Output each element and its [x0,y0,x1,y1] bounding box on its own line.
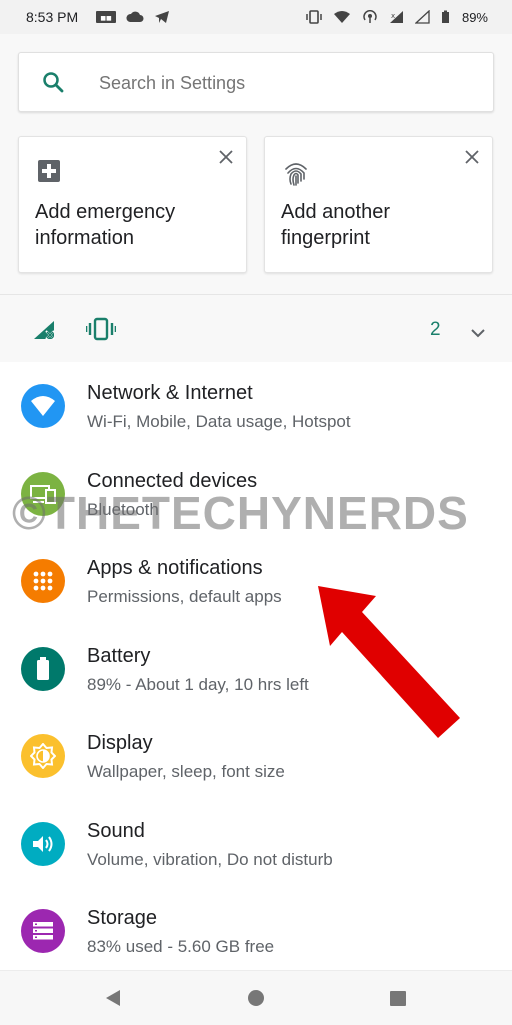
search-input[interactable] [97,53,481,113]
conditions-bar[interactable]: 2 [0,295,512,363]
svg-text:■■: ■■ [100,15,112,22]
settings-item-sound[interactable]: Sound Volume, vibration, Do not disturb [0,800,512,888]
item-subtitle: 83% used - 5.60 GB free [87,937,275,956]
search-icon [41,70,65,99]
vibrate-icon [85,317,117,346]
vibrate-status-icon [305,10,323,24]
status-bar: 8:53 PM ■■ x 89% [0,0,512,34]
item-title: Apps & notifications [87,557,263,579]
signal-empty-icon [414,10,431,24]
status-time: 8:53 PM [26,9,79,25]
brightness-icon [21,734,65,778]
volume-icon [21,821,65,866]
item-subtitle: 89% - About 1 day, 10 hrs left [87,674,309,694]
conditions-count: 2 [430,319,441,340]
suggestion-text: Add emergency information [35,201,176,249]
no-signal-icon [32,319,58,346]
apps-grid-icon [21,559,65,603]
plus-box-icon [37,159,61,188]
chevron-down-icon[interactable] [470,325,486,343]
recent-apps-icon[interactable] [389,990,407,1012]
item-title: Network & Internet [87,382,253,404]
settings-item-network[interactable]: Network & Internet Wi-Fi, Mobile, Data u… [0,362,512,450]
item-subtitle: Wallpaper, sleep, font size [87,762,285,781]
watermark: ©THETECHYNERDS [12,487,469,539]
suggestion-card-fingerprint[interactable]: Add another fingerprint [264,136,493,273]
settings-item-storage[interactable]: Storage 83% used - 5.60 GB free [0,887,512,975]
item-title: Display [87,732,153,754]
battery-icon [21,646,65,691]
storage-icon [21,909,65,953]
battery-percentage: 89% [461,9,488,25]
home-icon[interactable] [247,989,265,1012]
telegram-icon [154,10,170,24]
app-notification-icon: ■■ [96,10,117,24]
back-icon[interactable] [104,989,122,1012]
item-title: Storage [87,907,158,929]
wifi-icon [21,384,65,428]
signal-status-icon: x [389,10,405,24]
red-arrow-annotation [318,586,460,738]
suggestion-text: Add another fingerprint [281,201,390,249]
close-icon[interactable] [218,149,234,165]
item-subtitle: Volume, vibration, Do not disturb [87,849,333,869]
fingerprint-icon [283,159,309,192]
suggestion-card-emergency[interactable]: Add emergency information [18,136,247,273]
navigation-bar [0,970,512,1025]
hotspot-status-icon [361,10,379,24]
svg-text:x: x [391,12,395,20]
item-subtitle: Wi-Fi, Mobile, Data usage, Hotspot [87,412,351,431]
battery-status-icon [441,10,450,24]
item-subtitle: Permissions, default apps [87,587,282,606]
item-title: Battery [87,644,151,667]
item-title: Sound [87,819,145,842]
close-icon[interactable] [464,149,480,165]
search-bar[interactable] [18,52,494,113]
cloud-icon [126,11,144,23]
wifi-status-icon [333,10,351,24]
